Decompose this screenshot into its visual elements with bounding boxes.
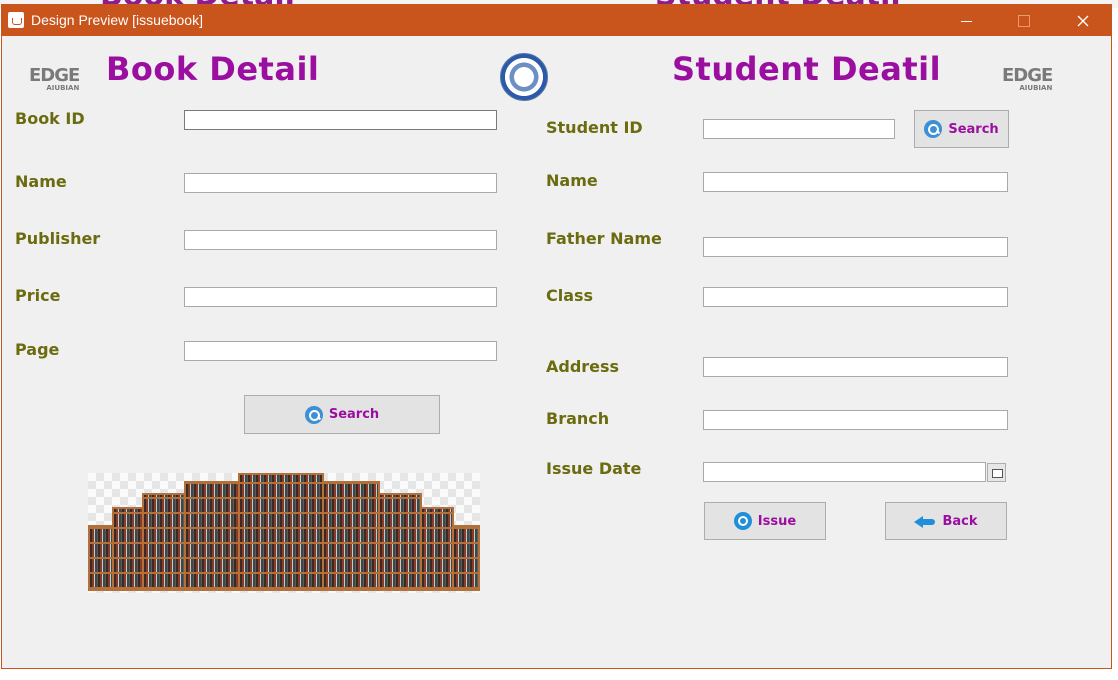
branch-input[interactable] [703,410,1008,430]
edge-logo-right: EDGE AIUBIAN [1002,65,1053,93]
father-name-input[interactable] [703,237,1008,257]
title-bar[interactable]: Design Preview [issuebook] [2,5,1111,36]
issue-button[interactable]: Issue [704,502,826,540]
father-name-label: Father Name [546,229,662,248]
book-name-label: Name [15,172,67,191]
university-seal-logo [500,53,548,101]
close-icon [1077,15,1089,26]
page-input[interactable] [184,341,497,361]
student-name-input[interactable] [703,172,1008,192]
student-search-button-label: Search [948,121,999,137]
bookshelf-image [88,473,480,593]
book-search-button[interactable]: Search [244,395,440,434]
issue-button-label: Issue [757,513,797,529]
issue-date-label: Issue Date [546,459,642,478]
book-detail-heading: Book Detail [106,50,320,88]
shelf-case [88,525,114,591]
calendar-icon [992,469,1003,478]
maximize-button[interactable] [1001,5,1047,36]
edge-logo-text: EDGE [29,65,80,86]
issue-date-input[interactable] [703,462,986,482]
shelf-case [322,481,380,591]
price-label: Price [15,286,61,305]
publisher-label: Publisher [15,229,101,248]
shelf-case [238,473,324,591]
minimize-button[interactable] [943,5,989,36]
address-input[interactable] [703,357,1008,377]
edge-logo-left: EDGE AIUBIAN [29,65,80,93]
close-button[interactable] [1060,5,1106,36]
minimize-icon [960,21,972,22]
back-button[interactable]: Back [885,502,1007,540]
publisher-input[interactable] [184,230,497,250]
form-content: EDGE AIUBIAN Book Detail Student Deatil … [2,36,1111,668]
shelf-case [184,481,240,591]
issue-icon [733,512,752,530]
date-picker-button[interactable] [987,463,1006,482]
address-label: Address [546,357,620,376]
book-id-label: Book ID [15,109,85,128]
student-name-label: Name [546,171,598,190]
book-search-button-label: Search [328,407,380,422]
shelf-case [452,525,480,591]
branch-label: Branch [546,409,610,428]
class-label: Class [546,286,594,305]
shelf-case [112,507,144,591]
window-title: Design Preview [issuebook] [31,12,203,28]
issuebook-window: Design Preview [issuebook] EDGE AIUBIAN … [1,4,1112,669]
student-search-button[interactable]: Search [914,110,1009,148]
back-button-label: Back [942,513,978,529]
class-input[interactable] [703,287,1008,307]
student-id-input[interactable] [703,119,895,139]
shelf-case [420,507,454,591]
shelf-case [142,493,186,591]
back-arrow-icon [914,514,936,528]
search-icon [924,120,943,138]
search-icon [304,405,323,424]
shelf-case [378,493,422,591]
java-app-icon [8,12,24,28]
book-name-input[interactable] [184,173,497,193]
maximize-icon [1018,14,1030,27]
edge-logo-text: EDGE [1002,65,1053,86]
student-detail-heading: Student Deatil [672,50,942,88]
page-label: Page [15,340,60,359]
student-id-label: Student ID [546,118,643,137]
book-id-input[interactable] [184,110,497,130]
price-input[interactable] [184,287,497,307]
